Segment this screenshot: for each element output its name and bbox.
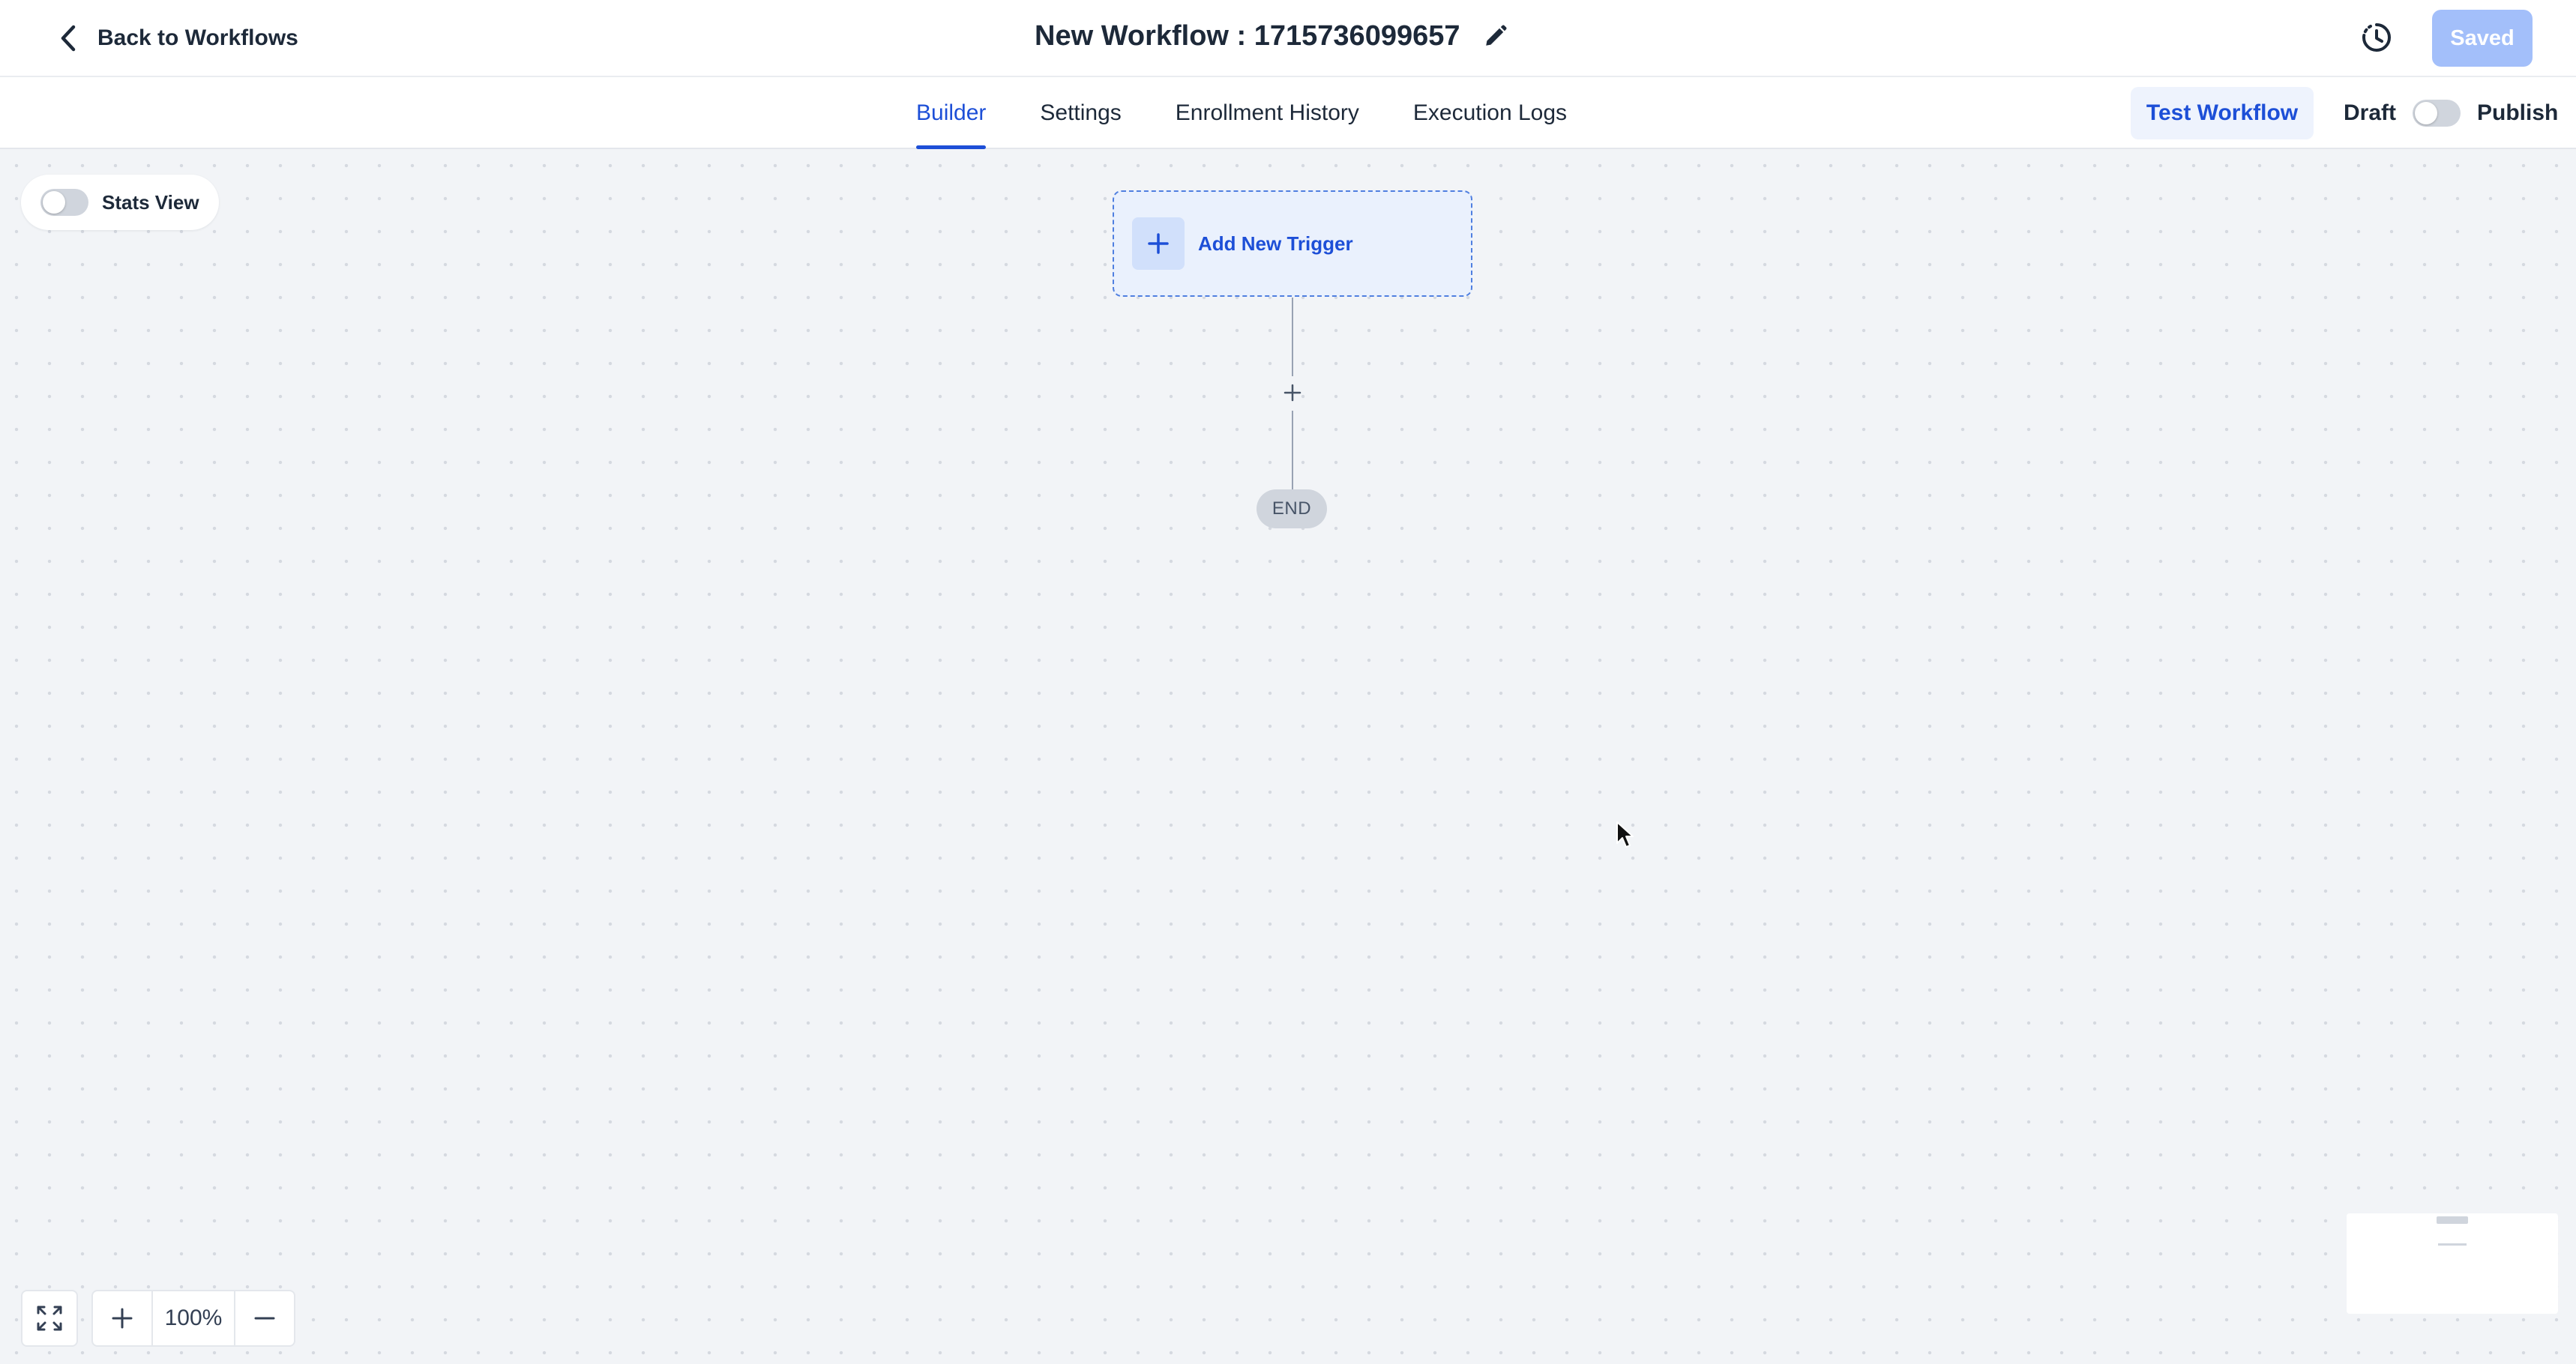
back-label: Back to Workflows [97,25,298,50]
workflow-title: New Workflow : 1715736099657 [1035,13,1508,58]
test-workflow-button[interactable]: Test Workflow [2131,87,2314,139]
tab-builder[interactable]: Builder [916,77,987,149]
sub-navigation: Builder Settings Enrollment History Exec… [0,77,2576,149]
minimap-node [2438,1243,2467,1246]
stats-view-control: Stats View [21,175,219,230]
back-to-workflows-link[interactable]: Back to Workflows [55,19,298,57]
tab-execution-logs[interactable]: Execution Logs [1413,77,1567,149]
add-step-button[interactable] [1278,378,1307,408]
plus-icon [1284,384,1301,402]
fit-view-button[interactable] [21,1290,78,1347]
add-new-trigger-card[interactable]: Add New Trigger [1113,190,1472,297]
workflow-title-text: New Workflow : 1715736099657 [1035,19,1460,52]
draft-label: Draft [2344,100,2397,125]
minus-icon [254,1317,275,1320]
add-new-trigger-label: Add New Trigger [1198,232,1353,255]
tab-enrollment-history[interactable]: Enrollment History [1176,77,1359,149]
expand-icon [37,1306,62,1331]
minimap-node [2437,1216,2468,1224]
mouse-cursor-icon [1616,821,1634,848]
minimap[interactable] [2347,1213,2558,1314]
connector-line [1292,298,1293,376]
top-bar: Back to Workflows New Workflow : 1715736… [0,0,2576,77]
zoom-in-button[interactable] [93,1291,151,1345]
workflow-canvas[interactable]: Stats View Add New Trigger END 100% [0,149,2576,1364]
tab-settings[interactable]: Settings [1040,77,1121,149]
stats-view-toggle[interactable] [40,189,88,216]
zoom-controls: 100% [91,1290,295,1347]
publish-label: Publish [2477,100,2559,125]
connector-line [1292,411,1293,490]
pencil-icon[interactable] [1483,23,1508,49]
end-node: END [1257,489,1327,528]
toggle-knob [43,191,65,214]
plus-icon [112,1308,133,1329]
trigger-plus-box [1132,217,1185,270]
history-icon[interactable] [2359,19,2395,55]
saved-button[interactable]: Saved [2432,10,2533,67]
publish-toggle-group: Draft Publish [2344,77,2558,149]
toggle-knob [2415,102,2438,124]
chevron-left-icon [61,25,76,52]
tab-list: Builder Settings Enrollment History Exec… [916,77,1567,149]
zoom-out-button[interactable] [235,1291,294,1345]
plus-icon [1148,233,1169,254]
publish-toggle[interactable] [2413,100,2461,127]
zoom-level: 100% [151,1291,235,1345]
stats-view-label: Stats View [102,190,199,214]
